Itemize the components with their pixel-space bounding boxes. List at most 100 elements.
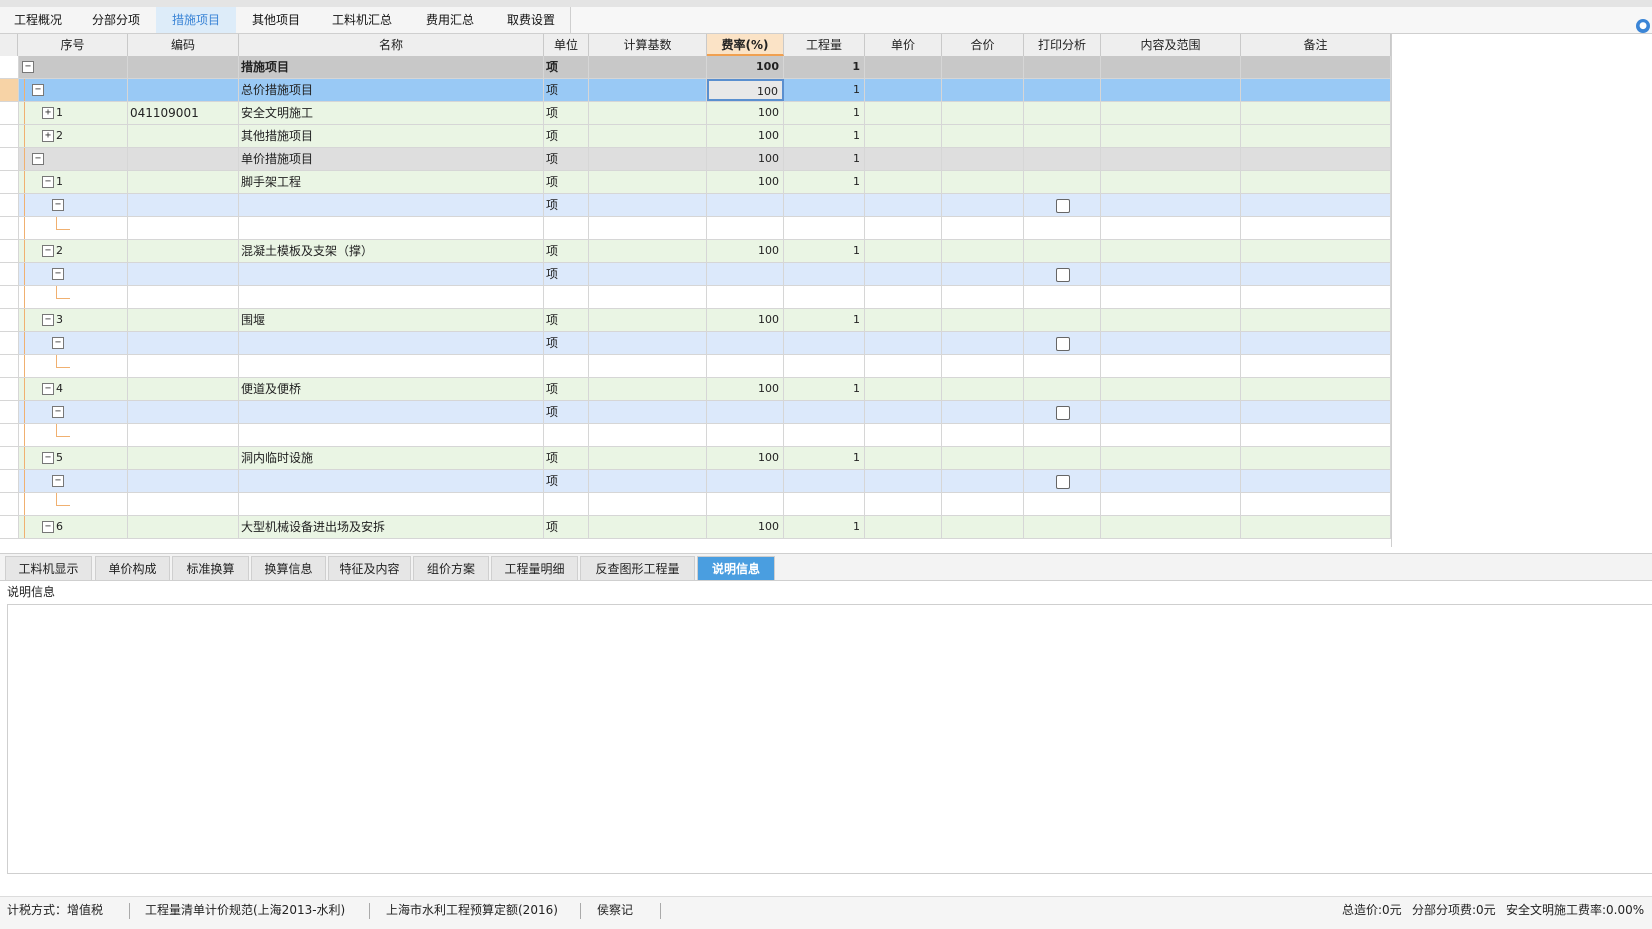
quantity-cell[interactable]: 1 xyxy=(784,56,865,78)
code-cell[interactable] xyxy=(128,125,239,147)
print-analysis-cell[interactable] xyxy=(1024,309,1101,331)
seq-cell[interactable]: −2 xyxy=(18,240,128,262)
quantity-cell[interactable]: 1 xyxy=(784,102,865,124)
calc-base-cell[interactable] xyxy=(589,171,707,193)
fee-rate-cell[interactable] xyxy=(707,194,784,216)
expand-toggle-icon[interactable]: − xyxy=(52,199,64,211)
seq-cell[interactable] xyxy=(18,217,128,239)
seq-cell[interactable] xyxy=(18,286,128,308)
print-analysis-cell[interactable] xyxy=(1024,424,1101,446)
table-row[interactable]: − 项 xyxy=(0,263,1391,286)
code-cell[interactable] xyxy=(128,194,239,216)
table-row[interactable]: − 项 xyxy=(0,470,1391,493)
unit-cell[interactable]: 项 xyxy=(544,332,589,354)
fee-rate-cell[interactable] xyxy=(707,355,784,377)
bottom-tab[interactable]: 反查图形工程量 xyxy=(580,556,695,580)
calc-base-cell[interactable] xyxy=(589,309,707,331)
code-cell[interactable] xyxy=(128,217,239,239)
total-price-cell[interactable] xyxy=(942,355,1024,377)
quantity-cell[interactable]: 1 xyxy=(784,516,865,538)
seq-cell[interactable]: − xyxy=(18,56,128,78)
calc-base-cell[interactable] xyxy=(589,401,707,423)
top-tab[interactable]: 其他项目 xyxy=(236,7,317,33)
fee-rate-cell[interactable] xyxy=(707,493,784,515)
seq-cell[interactable]: − xyxy=(18,263,128,285)
unit-price-cell[interactable] xyxy=(865,102,942,124)
remark-cell[interactable] xyxy=(1241,355,1391,377)
print-analysis-cell[interactable] xyxy=(1024,125,1101,147)
remark-cell[interactable] xyxy=(1241,286,1391,308)
print-analysis-cell[interactable] xyxy=(1024,263,1101,285)
expand-toggle-icon[interactable]: − xyxy=(52,268,64,280)
quantity-cell[interactable] xyxy=(784,194,865,216)
table-row[interactable]: − 项 xyxy=(0,194,1391,217)
seq-cell[interactable]: − xyxy=(18,194,128,216)
total-price-cell[interactable] xyxy=(942,378,1024,400)
expand-toggle-icon[interactable]: + xyxy=(42,130,54,142)
quantity-cell[interactable] xyxy=(784,263,865,285)
fee-rate-cell[interactable]: 100 xyxy=(707,171,784,193)
fee-rate-cell[interactable]: 100 xyxy=(707,240,784,262)
bottom-tab[interactable]: 工程量明细 xyxy=(491,556,578,580)
unit-cell[interactable]: 项 xyxy=(544,240,589,262)
code-cell[interactable] xyxy=(128,355,239,377)
total-price-cell[interactable] xyxy=(942,286,1024,308)
expand-toggle-icon[interactable]: + xyxy=(42,107,54,119)
name-cell[interactable]: 脚手架工程 xyxy=(239,171,544,193)
print-analysis-cell[interactable] xyxy=(1024,493,1101,515)
top-tab[interactable]: 措施项目 xyxy=(156,7,237,33)
quantity-cell[interactable] xyxy=(784,470,865,492)
code-cell[interactable] xyxy=(128,56,239,78)
unit-price-cell[interactable] xyxy=(865,194,942,216)
remark-cell[interactable] xyxy=(1241,401,1391,423)
remark-cell[interactable] xyxy=(1241,171,1391,193)
content-scope-cell[interactable] xyxy=(1101,332,1241,354)
seq-cell[interactable]: − xyxy=(18,401,128,423)
quantity-cell[interactable]: 1 xyxy=(784,79,865,101)
expand-toggle-icon[interactable]: − xyxy=(32,153,44,165)
content-scope-cell[interactable] xyxy=(1101,309,1241,331)
unit-cell[interactable] xyxy=(544,493,589,515)
name-cell[interactable]: 单价措施项目 xyxy=(239,148,544,170)
unit-cell[interactable]: 项 xyxy=(544,470,589,492)
calc-base-cell[interactable] xyxy=(589,263,707,285)
unit-price-cell[interactable] xyxy=(865,424,942,446)
quantity-cell[interactable]: 1 xyxy=(784,125,865,147)
description-textarea[interactable] xyxy=(7,604,1652,874)
column-header[interactable]: 序号 xyxy=(18,34,128,56)
code-cell[interactable] xyxy=(128,240,239,262)
calc-base-cell[interactable] xyxy=(589,148,707,170)
seq-cell[interactable] xyxy=(18,424,128,446)
print-analysis-cell[interactable] xyxy=(1024,355,1101,377)
name-cell[interactable] xyxy=(239,401,544,423)
calc-base-cell[interactable] xyxy=(589,79,707,101)
table-row[interactable]: − 总价措施项目项 100 1 xyxy=(0,79,1391,102)
unit-price-cell[interactable] xyxy=(865,493,942,515)
unit-price-cell[interactable] xyxy=(865,217,942,239)
print-analysis-cell[interactable] xyxy=(1024,148,1101,170)
remark-cell[interactable] xyxy=(1241,263,1391,285)
content-scope-cell[interactable] xyxy=(1101,447,1241,469)
fee-rate-cell[interactable]: 100 xyxy=(707,516,784,538)
table-row[interactable]: −3 围堰项 100 1 xyxy=(0,309,1391,332)
unit-cell[interactable]: 项 xyxy=(544,378,589,400)
print-analysis-checkbox[interactable] xyxy=(1056,337,1070,351)
top-tab[interactable]: 分部分项 xyxy=(76,7,157,33)
print-analysis-cell[interactable] xyxy=(1024,447,1101,469)
seq-cell[interactable] xyxy=(18,493,128,515)
table-row[interactable]: −1 脚手架工程项 100 1 xyxy=(0,171,1391,194)
top-tab[interactable]: 费用汇总 xyxy=(408,7,493,33)
table-row[interactable]: −4 便道及便桥项 100 1 xyxy=(0,378,1391,401)
expand-toggle-icon[interactable]: − xyxy=(52,475,64,487)
remark-cell[interactable] xyxy=(1241,378,1391,400)
bottom-tab[interactable]: 标准换算 xyxy=(172,556,249,580)
code-cell[interactable] xyxy=(128,148,239,170)
content-scope-cell[interactable] xyxy=(1101,240,1241,262)
seq-cell[interactable]: −1 xyxy=(18,171,128,193)
unit-price-cell[interactable] xyxy=(865,56,942,78)
quantity-cell[interactable]: 1 xyxy=(784,378,865,400)
calc-base-cell[interactable] xyxy=(589,424,707,446)
unit-cell[interactable]: 项 xyxy=(544,79,589,101)
calc-base-cell[interactable] xyxy=(589,102,707,124)
print-analysis-checkbox[interactable] xyxy=(1056,268,1070,282)
